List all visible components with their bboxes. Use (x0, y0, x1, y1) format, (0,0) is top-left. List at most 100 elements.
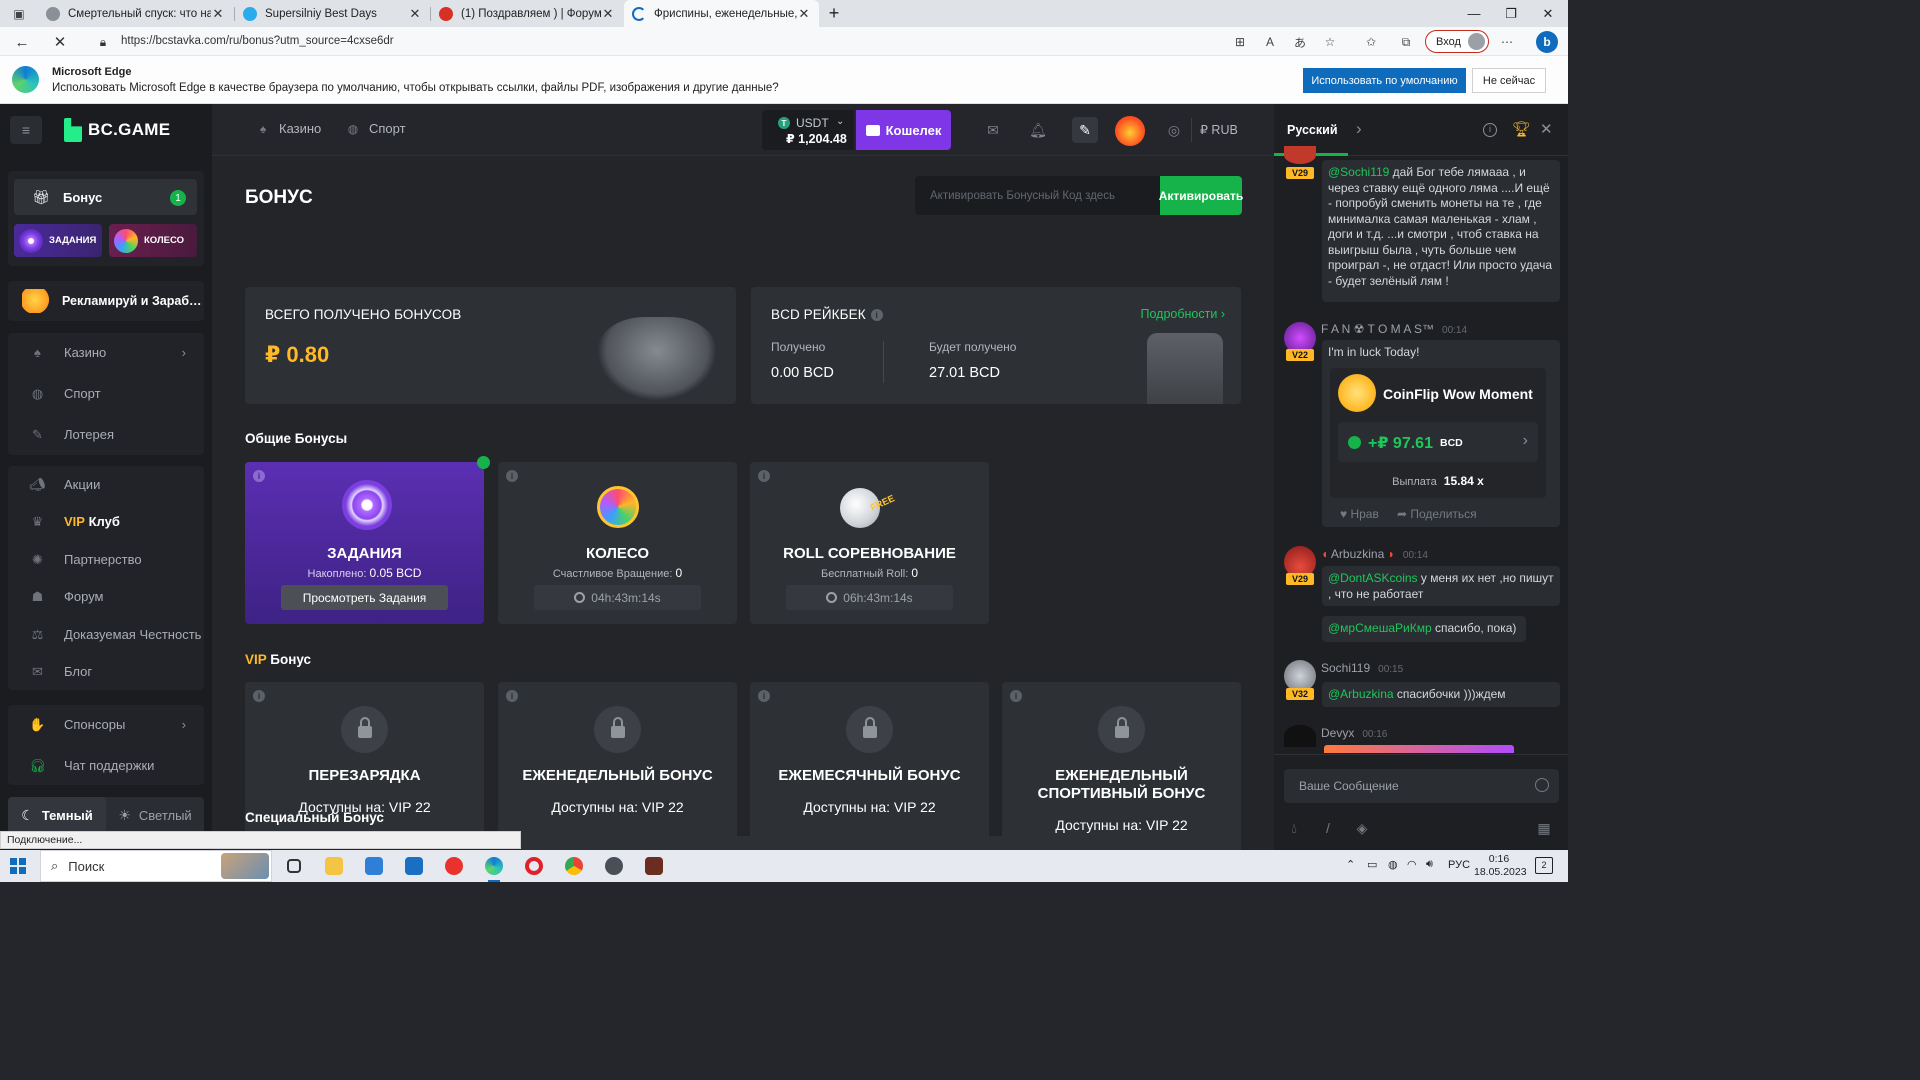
taskbar-search[interactable]: ⌕ Поиск (40, 850, 272, 882)
sidebar-item-sponsors[interactable]: ✋ Спонсоры › (8, 706, 204, 743)
coinflip-share-card[interactable]: CoinFlip Wow Moment +₽ 97.61 BCD › Выпла… (1330, 368, 1546, 498)
chat-username[interactable]: ◖ Arbuzkina ◗ 00:14 (1321, 547, 1428, 561)
nav-casino[interactable]: ♠ Казино (256, 121, 321, 136)
store-icon[interactable] (360, 854, 388, 878)
mail-app-icon[interactable] (400, 854, 428, 878)
view-quests-button[interactable]: Просмотреть Задания (281, 585, 448, 610)
tab-actions-icon[interactable]: ▣ (10, 5, 28, 23)
emoji-icon[interactable] (1535, 778, 1549, 792)
info-icon[interactable]: i (253, 690, 265, 702)
profile-login-button[interactable]: Вход (1425, 30, 1489, 53)
trophy-icon[interactable]: 🏆︎ (1512, 120, 1531, 138)
edge-app-icon[interactable] (480, 854, 508, 882)
coin-rain-icon[interactable]: 💧︎ (1286, 820, 1302, 836)
sidebar-item-casino[interactable]: ♠ Казино › (8, 334, 204, 371)
info-icon[interactable]: i (253, 470, 265, 482)
like-button[interactable]: ♥ Нрав (1340, 507, 1379, 521)
globe-icon[interactable]: ◎ (1164, 120, 1184, 140)
sidebar-item-live-support[interactable]: 🎧︎ Чат поддержки (8, 747, 204, 784)
user-avatar[interactable] (1115, 116, 1145, 146)
volume-icon[interactable]: 🔊︎ (1426, 858, 1433, 871)
coinflip-win-row[interactable]: +₽ 97.61 BCD › (1338, 422, 1538, 462)
chrome-icon[interactable] (560, 854, 588, 878)
app-w-icon[interactable] (600, 854, 628, 878)
wheel-card[interactable]: КОЛЕСО (109, 224, 197, 257)
taskbar-clock[interactable]: 0:16 18.05.2023 (1474, 853, 1527, 879)
info-icon[interactable]: i (758, 470, 770, 482)
browser-tab-3[interactable]: (1) Поздравляем ) | Форум онла ✕ (431, 0, 623, 27)
windows-start-icon[interactable] (10, 858, 26, 874)
quests-card[interactable]: ЗАДАНИЯ (14, 224, 102, 257)
file-explorer-icon[interactable] (320, 854, 348, 878)
tray-network-icon[interactable]: ▭ (1367, 858, 1377, 871)
avatar[interactable] (1284, 146, 1316, 164)
app-available-icon[interactable]: ⊞ (1231, 33, 1249, 51)
chat-username[interactable]: Sochi119 00:15 (1321, 661, 1403, 675)
monthly-bonus-card[interactable]: i ЕЖЕМЕСЯЧНЫЙ БОНУС Доступны на: VIP 22 (750, 682, 989, 846)
bcgame-logo[interactable]: BC.GAME (64, 118, 170, 142)
not-now-button[interactable]: Не сейчас (1472, 68, 1546, 93)
close-icon[interactable]: ✕ (211, 6, 225, 22)
avatar[interactable] (1284, 725, 1316, 747)
chat-language-tab[interactable]: Русский (1287, 123, 1338, 137)
sidebar-item-lottery[interactable]: ✎ Лотерея (8, 416, 204, 453)
notifications-icon[interactable]: 2 (1535, 857, 1553, 874)
restore-icon[interactable]: ❐ (1492, 0, 1530, 27)
activate-button[interactable]: Активировать (1159, 176, 1243, 215)
theme-dark-button[interactable]: ☾ Темный (8, 797, 106, 833)
tray-app-icon[interactable]: ◍ (1388, 858, 1398, 871)
nav-sport[interactable]: ◍ Спорт (346, 121, 406, 136)
more-menu-icon[interactable]: ⋯ (1498, 33, 1516, 51)
sidebar-item-blog[interactable]: ✉ Блог (8, 653, 204, 690)
menu-toggle-icon[interactable]: ≡ (10, 116, 42, 144)
rakeback-details-link[interactable]: Подробности › (1141, 307, 1226, 321)
back-icon[interactable]: ← (12, 32, 32, 52)
quests-bonus-card[interactable]: i ЗАДАНИЯ Накоплено: 0.05 BCD Просмотрет… (245, 456, 490, 624)
user-mention[interactable]: @мрСмешаРиКмр (1328, 621, 1432, 635)
window-close-icon[interactable]: ✕ (1529, 0, 1567, 27)
sidebar-item-sport[interactable]: ◍ Спорт (8, 375, 204, 412)
gif-icon[interactable]: ◈ (1354, 820, 1370, 836)
tray-overflow-icon[interactable]: ⌃ (1346, 858, 1355, 871)
info-icon[interactable]: i (506, 690, 518, 702)
display-currency[interactable]: ₽ RUB (1200, 122, 1238, 137)
sidebar-item-affiliate[interactable]: ✺ Партнерство (8, 541, 204, 578)
game-app-icon[interactable] (640, 854, 668, 878)
close-icon[interactable]: ✕ (797, 6, 811, 22)
command-icon[interactable]: / (1320, 820, 1336, 836)
bonus-code-input[interactable] (915, 176, 1160, 215)
input-language[interactable]: РУС (1448, 859, 1470, 871)
weekly-bonus-card[interactable]: i ЕЖЕНЕДЕЛЬНЫЙ БОНУС Доступны на: VIP 22 (498, 682, 737, 846)
wifi-icon[interactable]: ◠ (1407, 858, 1417, 871)
user-mention[interactable]: @Arbuzkina (1328, 687, 1394, 701)
wallet-button[interactable]: Кошелек (856, 110, 951, 150)
info-icon[interactable]: i (758, 690, 770, 702)
info-icon[interactable]: i (1010, 690, 1022, 702)
favorites-icon[interactable]: ✩ (1362, 33, 1380, 51)
chat-username[interactable]: F A N ☢ T O M A S™ 00:14 (1321, 322, 1467, 336)
sidebar-item-promotions[interactable]: 📣︎ Акции (8, 466, 204, 503)
url-field[interactable]: https://bcstavka.com/ru/bonus?utm_source… (121, 35, 394, 47)
bing-icon[interactable]: b (1536, 31, 1558, 53)
translate-icon[interactable]: あ (1291, 33, 1309, 51)
minimize-icon[interactable]: — (1455, 0, 1493, 27)
bell-icon[interactable]: 🔔︎ (1028, 120, 1048, 140)
keyboard-icon[interactable]: ▦ (1536, 820, 1552, 836)
close-icon[interactable]: ✕ (1540, 120, 1553, 138)
opera-icon[interactable] (520, 854, 548, 878)
info-icon[interactable]: i (870, 309, 883, 322)
close-icon[interactable]: ✕ (408, 6, 422, 22)
mail-icon[interactable]: ✉ (983, 120, 1003, 140)
browser-tab-1[interactable]: Смертельный спуск: что на сам ✕ (38, 0, 233, 27)
info-icon[interactable]: i (1483, 123, 1497, 137)
wheel-bonus-card[interactable]: i КОЛЕСО Счастливое Вращение: 0 04h:43m:… (498, 462, 737, 624)
sidebar-item-fairness[interactable]: ⚖ Доказуемая Честность (8, 616, 204, 653)
stop-icon[interactable]: ✕ (50, 32, 70, 52)
user-mention[interactable]: @DontASKcoins (1328, 571, 1418, 585)
collections-icon[interactable]: ⧉ (1397, 33, 1415, 51)
close-icon[interactable]: ✕ (601, 6, 615, 22)
sidebar-item-vip-club[interactable]: ♛ VIP Клуб (8, 503, 204, 540)
yandex-browser-icon[interactable] (440, 854, 468, 878)
new-tab-button[interactable]: + (815, 0, 853, 27)
theme-light-button[interactable]: ☀ Светлый (106, 797, 204, 833)
